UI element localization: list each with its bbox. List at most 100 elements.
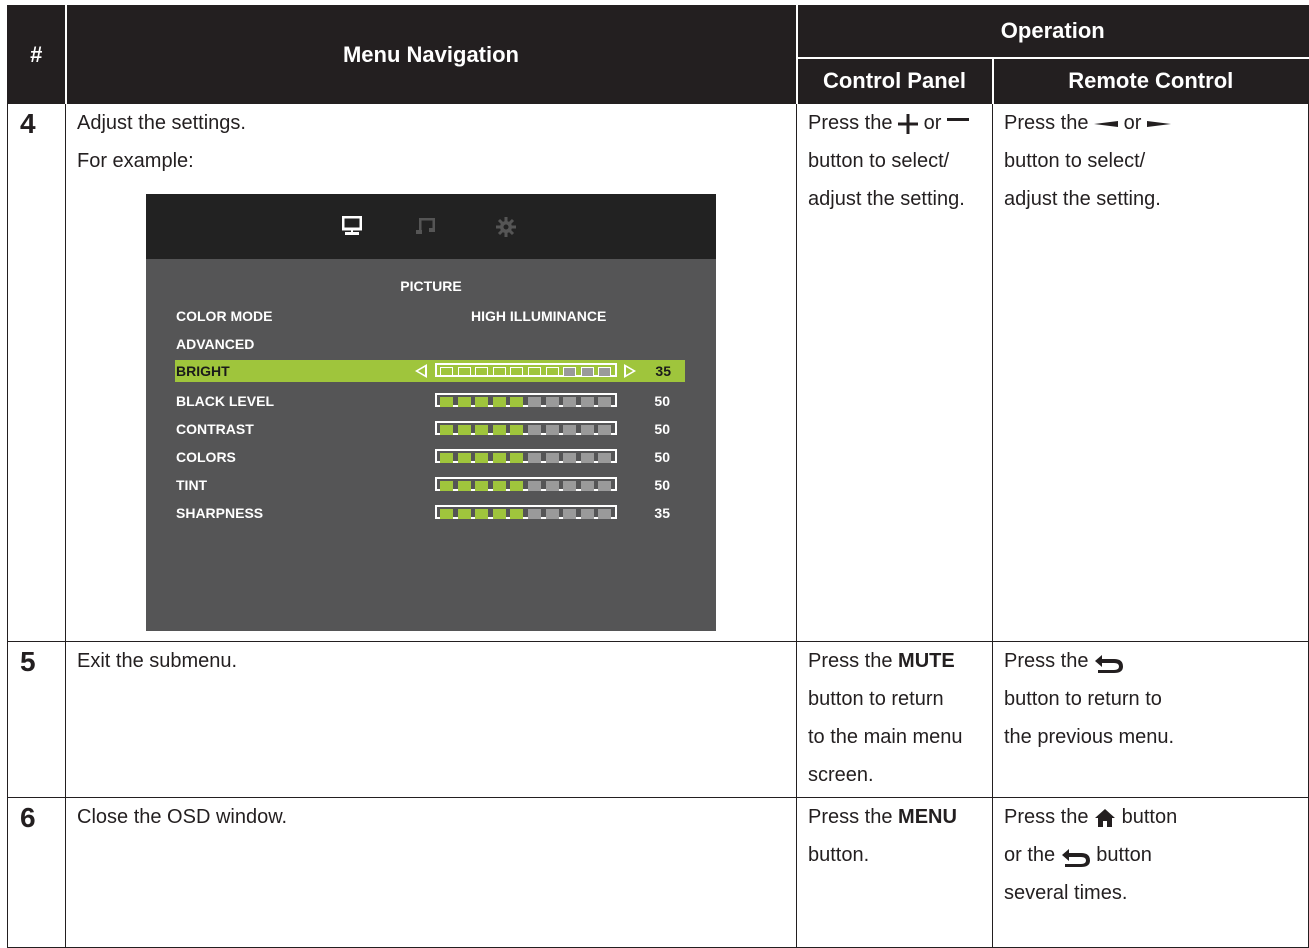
level-segment (528, 367, 541, 377)
music-note-icon (416, 218, 435, 234)
cp-text: to the main menu (808, 726, 963, 748)
cp-text: Press the (808, 650, 893, 672)
level-segment (457, 367, 471, 377)
osd-slider-label: TINT (176, 477, 208, 493)
level-segment (510, 367, 524, 377)
level-segment (580, 367, 594, 377)
return-icon (1061, 848, 1090, 867)
level-segment (598, 367, 612, 377)
control-panel-cell: Press the or button to select/ adjust th… (796, 103, 993, 642)
rc-text: button to return to (1004, 688, 1162, 710)
level-segment (545, 509, 559, 519)
level-segment (492, 425, 506, 435)
level-segment (580, 481, 594, 491)
level-segment (457, 453, 471, 463)
osd-slider-value: 50 (654, 393, 670, 409)
level-segment (580, 397, 594, 407)
home-icon (1095, 808, 1116, 827)
osd-slider-row[interactable]: TINT 50 (176, 474, 684, 496)
level-segment (457, 481, 471, 491)
level-segment (598, 481, 612, 491)
osd-slider-row[interactable]: COLORS 50 (176, 446, 684, 468)
rc-text: Press the (1004, 650, 1089, 672)
level-segment (440, 509, 453, 519)
osd-level-bar (435, 477, 617, 491)
osd-slider-row[interactable]: BLACK LEVEL 50 (176, 390, 684, 412)
osd-slider-row[interactable]: CONTRAST 50 (176, 418, 684, 440)
cp-text: button to return (808, 688, 944, 710)
level-segment (563, 425, 577, 435)
header-remote-control: Remote Control (992, 56, 1309, 104)
level-segment (580, 509, 594, 519)
remote-control-cell: Press the button to return to the previo… (992, 641, 1309, 798)
osd-slider-value: 50 (654, 421, 670, 437)
osd-slider-label: BLACK LEVEL (176, 393, 274, 409)
level-segment (492, 367, 506, 377)
level-segment (492, 481, 506, 491)
nav-text: Exit the submenu. (77, 650, 238, 672)
level-segment (563, 453, 577, 463)
menu-button-label: MENU (898, 806, 957, 828)
cp-text: button. (808, 844, 870, 866)
plus-icon (898, 113, 919, 134)
level-segment (510, 509, 524, 519)
cp-text: Press the (808, 112, 893, 134)
nav-cell: Close the OSD window. (65, 797, 797, 948)
level-segment (598, 425, 612, 435)
level-segment (545, 453, 559, 463)
gear-icon (496, 217, 516, 237)
level-segment (545, 367, 559, 377)
rc-text: button to select/ (1004, 150, 1146, 172)
osd-title: PICTURE (400, 278, 462, 294)
cp-text: Press the (808, 806, 893, 828)
step-number: 4 (7, 103, 66, 642)
level-segment (563, 509, 577, 519)
control-panel-cell: Press the MUTE button to return to the m… (796, 641, 993, 798)
level-segment (528, 481, 541, 491)
osd-slider-row[interactable]: SHARPNESS 35 (176, 502, 684, 524)
rc-text: or (1123, 112, 1142, 134)
left-arrow-icon[interactable] (415, 364, 427, 378)
level-segment (492, 397, 506, 407)
header-control-panel: Control Panel (796, 56, 994, 104)
osd-slider-value: 50 (654, 477, 670, 493)
osd-slider-label: SHARPNESS (176, 505, 264, 521)
level-segment (545, 481, 559, 491)
step-number: 6 (7, 797, 66, 948)
osd-slider-row[interactable]: BRIGHT 35 (175, 360, 685, 382)
level-segment (457, 509, 471, 519)
level-segment (598, 397, 612, 407)
minus-icon (946, 117, 969, 121)
osd-level-bar (435, 449, 617, 463)
nav-text: Adjust the settings. (77, 112, 246, 134)
step-number: 5 (7, 641, 66, 798)
left-arrow-icon (1094, 120, 1119, 127)
rc-text: Press the (1004, 806, 1089, 828)
table-row: 6 Close the OSD window. Press the MENU b… (7, 797, 1309, 948)
osd-slider-label: COLORS (176, 449, 236, 465)
right-arrow-icon (1146, 120, 1171, 127)
level-segment (545, 425, 559, 435)
mute-button-label: MUTE (898, 650, 955, 672)
level-segment (563, 367, 577, 377)
table-row: 5 Exit the submenu. Press the MUTE butto… (7, 641, 1309, 798)
level-segment (528, 425, 541, 435)
remote-control-cell: Press the or button to select/ adjust th… (992, 103, 1309, 642)
nav-text: For example: (77, 150, 194, 172)
rc-text: button (1096, 844, 1152, 866)
nav-cell: Adjust the settings. For example: PICTUR… (65, 103, 797, 642)
level-segment (475, 509, 489, 519)
level-segment (440, 367, 453, 377)
level-segment (510, 397, 524, 407)
return-icon (1095, 654, 1124, 673)
right-arrow-icon[interactable] (624, 364, 636, 378)
rc-text: adjust the setting. (1004, 188, 1161, 210)
level-segment (475, 425, 489, 435)
osd-tab-bar (146, 194, 716, 259)
level-segment (528, 453, 541, 463)
level-segment (598, 453, 612, 463)
rc-text: or the (1004, 844, 1056, 866)
nav-text: Close the OSD window. (77, 806, 288, 828)
level-segment (510, 481, 524, 491)
osd-advanced-label: ADVANCED (176, 336, 255, 352)
